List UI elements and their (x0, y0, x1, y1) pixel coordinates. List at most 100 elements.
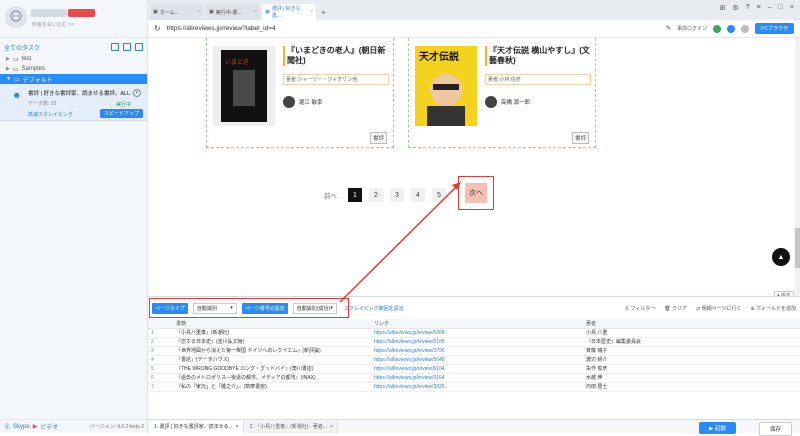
detail-page-button[interactable]: ⇄ 明細ページに行く (696, 305, 742, 312)
col-link[interactable]: リンク (374, 319, 586, 329)
tab-running[interactable]: ▣ 実行中-書... × (206, 4, 260, 20)
table-cell-author[interactable]: 内田 居士 (586, 382, 800, 392)
pc-browser-dropdown[interactable]: PCブラウザ (755, 23, 794, 34)
book-card[interactable]: いまどき 『いまどきの老人』(朝日新聞社) 著者:シャーリー・ジャクリン他 堀江… (206, 38, 394, 148)
table-cell-author[interactable]: 水越 伸 (586, 373, 800, 383)
table-cell-author[interactable]: 矢作 俊彦 (586, 364, 800, 374)
col-author[interactable]: 著者 (586, 319, 800, 329)
globe-icon[interactable] (727, 24, 736, 33)
table-row[interactable]: 5 『THE WRONG GOODBYE ロング・グッドバイ』(角川書店) http… (148, 364, 800, 374)
book-card[interactable]: 天才伝説 『天才伝説 横山やすし』(文藝春秋) 著者:小林 信彦 高橋 源一郎 … (408, 38, 596, 148)
table-cell-book[interactable]: 『THE WRONG GOODBYE ロング・グッドバイ』(角川書店) (168, 364, 374, 374)
page-5[interactable]: 5 (432, 188, 446, 202)
col-book[interactable]: 書籍 (168, 319, 374, 329)
review-button[interactable]: 書評 (571, 132, 589, 144)
reviewer[interactable]: 高橋 源一郎 (485, 96, 530, 108)
pre-login-button[interactable]: 事前ログイン (677, 25, 707, 32)
review-button[interactable]: 書評 (369, 132, 387, 144)
table-cell-author[interactable]: 『日本歴史』編集委員会 (586, 337, 800, 347)
bottom-tab-2[interactable]: 2. 『小鳥八重奏』(新潮社) - 著者... × (245, 420, 339, 433)
page-2[interactable]: 2 (369, 188, 383, 202)
maximize-icon[interactable]: □ (779, 4, 783, 12)
prev-page-link[interactable]: 前へ (324, 190, 337, 200)
clear-button[interactable]: 🗑 クリア (664, 305, 687, 312)
page-scrollbar[interactable] (795, 38, 800, 296)
tab-reviews[interactable]: ▣ 書評 | 好きな書... × (262, 4, 316, 20)
save-button[interactable]: 保存 (758, 422, 792, 436)
table-cell-book[interactable]: 『恋する日本史』(吉川弘文館) (168, 337, 374, 347)
close-window-icon[interactable]: × (790, 4, 794, 12)
book-title[interactable]: 『天才伝説 横山やすし』(文藝春秋) (485, 46, 591, 66)
table-cell-index[interactable]: 1 (148, 328, 168, 338)
all-tasks-label[interactable]: 全てのタスク (4, 43, 40, 52)
table-row[interactable]: 1 『小鳥八重奏』(新潮社) https://allreviews.jp/revie… (148, 328, 800, 338)
table-row[interactable]: 7 『私の「家元」と「雛之介」』(筑摩書房) https://allreviews.… (148, 382, 800, 392)
help-icon[interactable]: ? (746, 4, 750, 12)
close-icon[interactable]: × (198, 9, 201, 15)
close-icon[interactable]: × (254, 9, 257, 15)
close-icon[interactable]: × (236, 424, 239, 430)
next-page-button[interactable]: 次へ (465, 183, 487, 203)
table-cell-link[interactable]: https://allreviews.jp/review/5268 (374, 328, 586, 338)
table-cell-book[interactable]: 『過去のメトロポリス―後退の都市、メディアの都市』(INAX) (168, 373, 374, 383)
folder-samples[interactable]: ▶ ▭ Samples (0, 64, 147, 74)
table-row[interactable]: 2 『恋する日本史』(吉川弘文館) https://allreviews.jp/re… (148, 337, 800, 347)
table-cell-link[interactable]: https://allreviews.jp/review/3164 (374, 373, 586, 383)
table-row[interactable]: 4 『書店』(データハウス) https://allreviews.jp/revie… (148, 355, 800, 365)
tab-home[interactable]: ▣ ホーム... × (150, 4, 204, 20)
table-cell-link[interactable]: https://allreviews.jp/review/3796 (374, 346, 586, 356)
new-folder-icon[interactable] (123, 43, 131, 51)
table-cell-index[interactable]: 4 (148, 355, 168, 365)
table-cell-author[interactable]: 斉藤 瑞子 (586, 346, 800, 356)
table-cell-author[interactable]: 小鳥 八重 (586, 328, 800, 338)
table-cell-book[interactable]: 『私の「家元」と「雛之介」』(筑摩書房) (168, 382, 374, 392)
page-3[interactable]: 3 (390, 188, 404, 202)
close-icon[interactable]: × (310, 9, 313, 15)
filter-button[interactable]: ⚲ フィルター (625, 305, 655, 312)
table-cell-link[interactable]: https://allreviews.jp/review/3925 (374, 382, 586, 392)
reload-icon[interactable]: ↻ (154, 24, 161, 33)
table-cell-book[interactable]: 『小鳥八重奏』(新潮社) (168, 328, 374, 338)
close-icon[interactable]: × (133, 89, 141, 97)
table-row[interactable]: 3 『世界地図から消えた第一帝国 ドイツへのレクイエム』(新評論) https://… (148, 346, 800, 356)
plan-badge[interactable] (68, 9, 95, 17)
table-cell-author[interactable]: 渡辺 絵介 (586, 355, 800, 365)
close-icon[interactable]: × (330, 424, 333, 430)
video-icon[interactable]: ▶ (33, 423, 38, 430)
minimize-icon[interactable]: – (768, 4, 772, 12)
table-cell-link[interactable]: https://allreviews.jp/review/6104 (374, 364, 586, 374)
table-cell-book[interactable]: 『世界地図から消えた第一帝国 ドイツへのレクイエム』(新評論) (168, 346, 374, 356)
folder-test[interactable]: ▶ ▭ test (0, 54, 147, 64)
bottom-tab-1[interactable]: 1. 書評 | 好きな書評家、読ませる... × (150, 420, 244, 433)
scroll-top-icon[interactable]: ▲ (772, 248, 790, 266)
import-icon[interactable] (135, 43, 143, 51)
speedup-button[interactable]: スピードアップ (99, 109, 143, 118)
settings-icon[interactable]: ⚙ (732, 4, 738, 12)
run-button[interactable]: ▶ 起動 (699, 422, 736, 434)
table-cell-index[interactable]: 5 (148, 364, 168, 374)
user-icon[interactable] (741, 24, 750, 33)
table-cell-index[interactable]: 6 (148, 373, 168, 383)
skype-link[interactable]: Skype (13, 424, 30, 430)
table-cell-link[interactable]: https://allreviews.jp/review/5165 (374, 337, 586, 347)
table-cell-index[interactable]: 2 (148, 337, 168, 347)
table-row[interactable]: 6 『過去のメトロポリス―後退の都市、メディアの都市』(INAX) https://… (148, 373, 800, 383)
status-icon[interactable] (713, 24, 722, 33)
gift-icon[interactable]: ⊞ (720, 4, 726, 12)
page-4[interactable]: 4 (411, 188, 425, 202)
scrollbar-thumb[interactable] (795, 228, 800, 268)
book-title[interactable]: 『いまどきの老人』(朝日新聞社) (283, 46, 389, 66)
menu-icon[interactable]: ≡ (757, 4, 761, 12)
table-cell-index[interactable]: 7 (148, 382, 168, 392)
add-field-button[interactable]: ⊕ フィールドを追加 (751, 305, 797, 312)
folder-default[interactable]: ▼ ▭ デフォルト (0, 74, 147, 84)
reviewer[interactable]: 堀江 敏幸 (283, 96, 323, 108)
upgrade-link[interactable]: 料金を払い込む >> (32, 21, 74, 28)
avatar[interactable] (5, 6, 27, 28)
table-cell-link[interactable]: https://allreviews.jp/review/5648 (374, 355, 586, 365)
table-cell-index[interactable]: 3 (148, 346, 168, 356)
video-link[interactable]: ビデオ (40, 422, 58, 431)
url-field[interactable]: https://allreviews.jp/review?label_id=4 (167, 25, 660, 32)
new-tab-icon[interactable]: + (321, 4, 326, 20)
scrape-range-link[interactable]: スクレイピング範囲を設定 (344, 305, 404, 312)
